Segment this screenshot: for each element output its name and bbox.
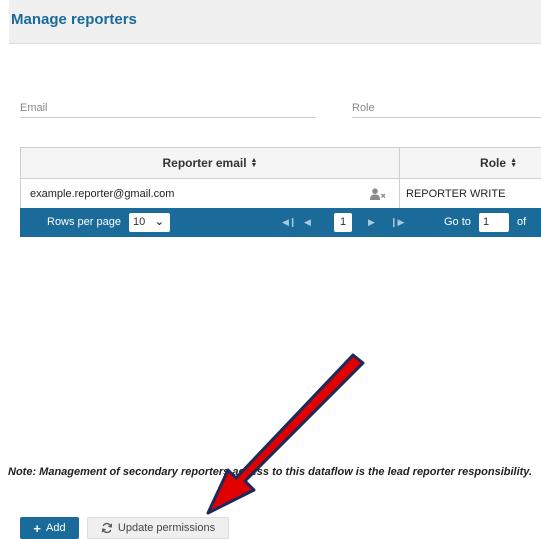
column-header-reporter-email[interactable]: Reporter email ▲ ▼ — [21, 148, 400, 178]
column-header-role[interactable]: Role ▲ ▼ — [400, 148, 541, 178]
current-page-button[interactable]: 1 — [334, 213, 352, 232]
sort-icon[interactable]: ▲ ▼ — [251, 157, 258, 169]
paginator: Rows per page 10 ⌄ ◀❙ ◀ 1 ▶ ❙▶ Go to 1 o… — [20, 208, 541, 237]
add-button[interactable]: + Add — [20, 517, 79, 539]
note-text: Note: Management of secondary reporters … — [8, 466, 533, 478]
goto-label: Go to — [444, 216, 471, 228]
role-value: REPORTER WRITE — [406, 188, 506, 200]
sort-icon[interactable]: ▲ ▼ — [510, 157, 517, 169]
page-title: Manage reporters — [11, 11, 137, 28]
page-header: Manage reporters — [9, 0, 541, 44]
update-permissions-label: Update permissions — [117, 522, 216, 534]
update-permissions-button[interactable]: Update permissions — [87, 517, 229, 539]
next-page-icon[interactable]: ▶ — [368, 217, 375, 228]
refresh-icon — [101, 522, 113, 534]
plus-icon: + — [33, 520, 41, 536]
role-filter-input[interactable] — [352, 99, 541, 117]
email-filter[interactable] — [20, 98, 316, 118]
rows-per-page-value: 10 — [133, 216, 146, 228]
reporter-email-cell: example.reporter@gmail.com — [21, 179, 400, 209]
table-row: example.reporter@gmail.com REPORTER WRIT… — [21, 179, 541, 210]
last-page-icon[interactable]: ❙▶ — [390, 217, 404, 228]
column-header-label: Reporter email — [162, 156, 247, 170]
rows-per-page-label: Rows per page — [47, 216, 121, 228]
reporter-email-value: example.reporter@gmail.com — [30, 188, 175, 200]
rows-per-page-dropdown[interactable]: 10 ⌄ — [129, 213, 170, 232]
column-header-label: Role — [480, 156, 507, 170]
remove-user-icon[interactable] — [370, 188, 386, 200]
role-cell[interactable]: REPORTER WRITE — [400, 179, 541, 209]
of-label: of — [517, 216, 527, 228]
table-header: Reporter email ▲ ▼ Role ▲ ▼ — [21, 148, 541, 179]
role-filter[interactable] — [352, 98, 541, 118]
add-button-label: Add — [46, 522, 66, 534]
annotation-arrow — [206, 353, 365, 515]
annotation-arrow-shape — [206, 353, 365, 515]
first-page-icon[interactable]: ◀❙ — [282, 217, 296, 228]
reporters-table: Reporter email ▲ ▼ Role ▲ ▼ example.report… — [20, 147, 541, 210]
chevron-down-icon: ⌄ — [154, 216, 164, 228]
goto-page-input[interactable]: 1 — [479, 213, 509, 232]
previous-page-icon[interactable]: ◀ — [304, 217, 311, 228]
email-filter-input[interactable] — [20, 99, 316, 117]
